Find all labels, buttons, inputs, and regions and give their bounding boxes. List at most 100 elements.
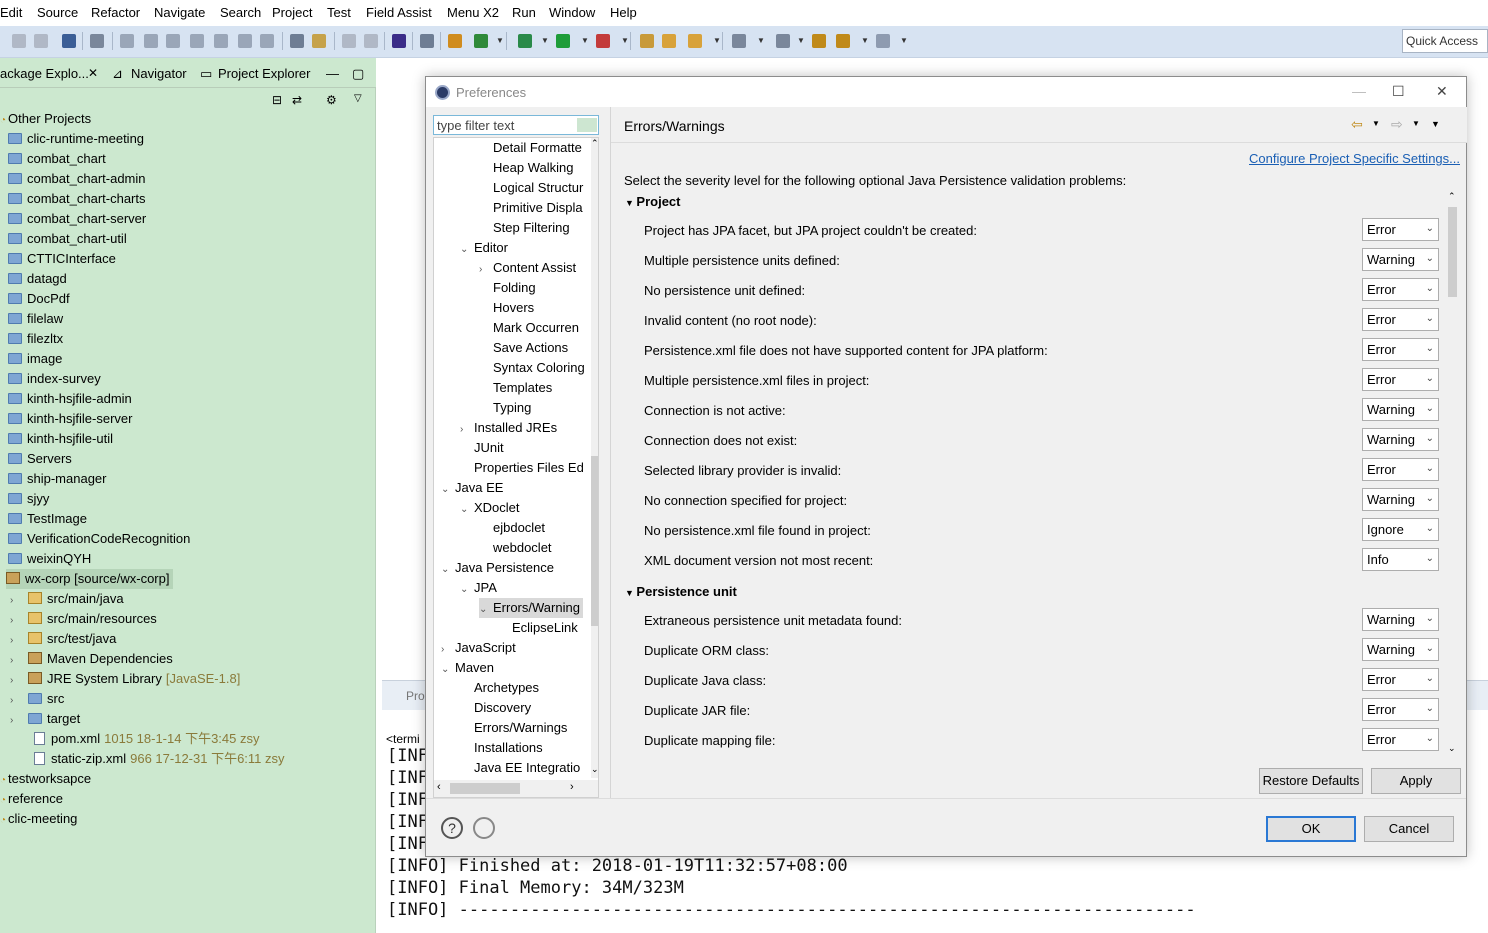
severity-select[interactable]: Error ⌄: [1362, 698, 1439, 721]
scroll-up-icon[interactable]: ⌃: [591, 138, 598, 149]
pref-tree-item[interactable]: JUnit: [460, 438, 507, 458]
chevron-down-icon[interactable]: ⌄: [460, 500, 474, 520]
tree-item[interactable]: VerificationCodeRecognition: [8, 529, 190, 549]
maximize-icon[interactable]: ▢: [352, 66, 364, 82]
section-header-project[interactable]: ▼ Project: [625, 194, 681, 209]
tree-hscroll-thumb[interactable]: [450, 783, 520, 794]
tree-item[interactable]: clic-runtime-meeting: [8, 129, 144, 149]
pref-tree-item[interactable]: Discovery: [460, 698, 534, 718]
pref-tree-item[interactable]: Step Filtering: [479, 218, 573, 238]
maximize-icon[interactable]: ☐: [1392, 83, 1405, 100]
pref-tree-item[interactable]: Properties Files Ed: [460, 458, 587, 478]
tree-item[interactable]: kinth-hsjfile-server: [8, 409, 132, 429]
tree-item[interactable]: › src: [10, 689, 64, 709]
pref-tree-item[interactable]: EclipseLink: [498, 618, 581, 638]
help-icon[interactable]: ?: [441, 817, 463, 839]
tree-item[interactable]: › Maven Dependencies: [10, 649, 173, 669]
chevron-down-icon[interactable]: ⌄: [460, 240, 474, 260]
tree-item[interactable]: image: [8, 349, 62, 369]
pref-tree-item[interactable]: › Content Assist: [479, 258, 579, 278]
severity-select[interactable]: Error ⌄: [1362, 668, 1439, 691]
menu-item-source[interactable]: Source: [37, 5, 86, 20]
step-over-icon[interactable]: [238, 34, 252, 48]
severity-select[interactable]: Error ⌄: [1362, 458, 1439, 481]
tree-item[interactable]: sjyy: [8, 489, 49, 509]
options-scrollbar[interactable]: ⌃ ⌄: [1444, 191, 1461, 759]
chevron-right-icon[interactable]: ›: [10, 651, 20, 671]
tree-item[interactable]: › src/test/java: [10, 629, 116, 649]
forward-icon[interactable]: [876, 34, 890, 48]
chevron-down-icon[interactable]: ▼: [625, 588, 636, 598]
pref-tree-item[interactable]: Logical Structur: [479, 178, 586, 198]
close-icon[interactable]: ✕: [1436, 83, 1448, 100]
debug-icon[interactable]: [518, 34, 532, 48]
search-icon[interactable]: [688, 34, 702, 48]
pref-tree-item[interactable]: Mark Occurren: [479, 318, 582, 338]
chevron-down-icon[interactable]: ▼: [713, 36, 721, 45]
java-perspective-icon[interactable]: [392, 34, 406, 48]
severity-select[interactable]: Error ⌄: [1362, 368, 1439, 391]
open-folder-icon[interactable]: [662, 34, 676, 48]
chevron-down-icon[interactable]: ▼: [541, 36, 549, 45]
back-icon[interactable]: ⇦: [1351, 116, 1363, 133]
suspend-icon[interactable]: [144, 34, 158, 48]
toggle-icon[interactable]: [420, 34, 434, 48]
link-editor-icon[interactable]: ⇄: [292, 93, 302, 107]
save-all-icon[interactable]: [34, 34, 48, 48]
pref-tree-item[interactable]: Archetypes: [460, 678, 542, 698]
quick-access-input[interactable]: Quick Access: [1402, 29, 1488, 53]
close-icon[interactable]: ✕: [88, 66, 98, 80]
chevron-down-icon[interactable]: ▼: [625, 198, 636, 208]
tree-item[interactable]: combat_chart-admin: [8, 169, 146, 189]
severity-select[interactable]: Warning ⌄: [1362, 398, 1439, 421]
severity-select[interactable]: Error ⌄: [1362, 338, 1439, 361]
use-step-filters-icon[interactable]: [312, 34, 326, 48]
tree-item[interactable]: ◔ Other Projects: [0, 109, 91, 129]
severity-select[interactable]: Ignore ⌄: [1362, 518, 1439, 541]
disconnect-icon[interactable]: [190, 34, 204, 48]
pref-tree-item[interactable]: Templates: [479, 378, 555, 398]
menu-item-run[interactable]: Run: [512, 5, 544, 20]
expand-icon[interactable]: ◔: [0, 115, 6, 126]
drop-frame-icon[interactable]: [290, 34, 304, 48]
chevron-right-icon[interactable]: ›: [10, 691, 20, 711]
chevron-down-icon[interactable]: ▼: [581, 36, 589, 45]
tree-item[interactable]: › JRE System Library [JavaSE-1.8]: [10, 669, 240, 689]
collapse-all-icon[interactable]: ⊟: [272, 93, 282, 107]
step-return-icon[interactable]: [260, 34, 274, 48]
chevron-right-icon[interactable]: ›: [10, 671, 20, 691]
chevron-down-icon[interactable]: ▼: [621, 36, 629, 45]
minimize-icon[interactable]: —: [1352, 83, 1366, 99]
tree-item-working-set[interactable]: ◔ reference: [0, 789, 63, 809]
severity-select[interactable]: Warning ⌄: [1362, 248, 1439, 271]
menu-item-menu-x2[interactable]: Menu X2: [447, 5, 507, 20]
tab-project-explorer[interactable]: Project Explorer: [218, 66, 310, 81]
view-menu-icon[interactable]: ▼: [1431, 119, 1440, 129]
menu-item-refactor[interactable]: Refactor: [91, 5, 148, 20]
pref-tree-item[interactable]: Typing: [479, 398, 534, 418]
scroll-down-icon[interactable]: ⌄: [1448, 743, 1456, 754]
external-tools-icon[interactable]: [596, 34, 610, 48]
configure-project-settings-link[interactable]: Configure Project Specific Settings...: [1249, 151, 1460, 166]
build-icon[interactable]: [90, 34, 104, 48]
tree-item[interactable]: combat_chart-util: [8, 229, 127, 249]
tree-item[interactable]: Servers: [8, 449, 72, 469]
chevron-down-icon[interactable]: ▼: [861, 36, 869, 45]
tree-item[interactable]: CTTICInterface: [8, 249, 116, 269]
chevron-down-icon[interactable]: ⌄: [441, 660, 455, 680]
severity-select[interactable]: Warning ⌄: [1362, 428, 1439, 451]
restore-defaults-button[interactable]: Restore Defaults: [1259, 768, 1363, 794]
pref-tree-item[interactable]: ⌄ Maven: [441, 658, 497, 678]
menu-item-test[interactable]: Test: [327, 5, 359, 20]
pref-tree-item[interactable]: Folding: [479, 278, 539, 298]
chevron-right-icon[interactable]: ›: [10, 591, 20, 611]
pref-tree-item[interactable]: › Installed JREs: [460, 418, 560, 438]
chevron-down-icon[interactable]: ▼: [900, 36, 908, 45]
tree-item[interactable]: combat_chart: [8, 149, 106, 169]
pref-tree-item[interactable]: Heap Walking: [479, 158, 576, 178]
severity-select[interactable]: Error ⌄: [1362, 308, 1439, 331]
options-scroll-thumb[interactable]: [1448, 207, 1457, 297]
tree-item[interactable]: kinth-hsjfile-admin: [8, 389, 132, 409]
tree-scroll-thumb[interactable]: [591, 456, 598, 626]
chevron-down-icon[interactable]: ⌄: [441, 480, 455, 500]
